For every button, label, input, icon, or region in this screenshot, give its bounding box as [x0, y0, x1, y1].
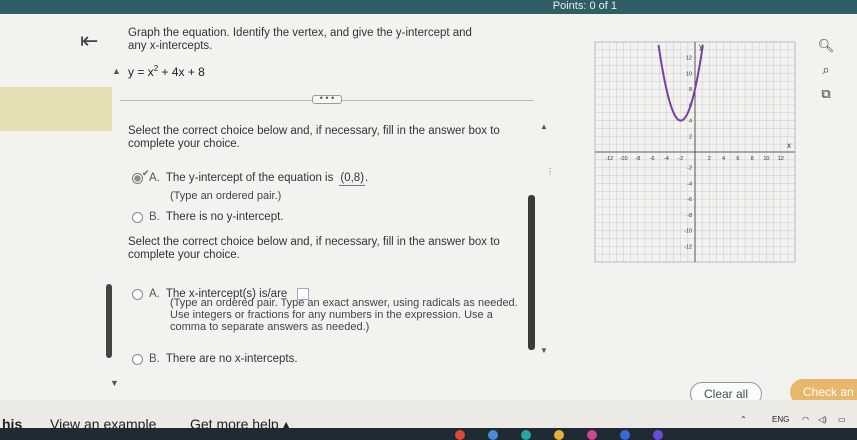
y-tick-label: 10: [686, 71, 692, 77]
taskbar-app-icon[interactable]: [455, 430, 465, 440]
left-scroll-indicator: [106, 284, 112, 358]
coordinate-graph: -12 -10 -8 -6 -4 -2 2 4 6 8 10 1212108642-2-4-6-8-1…: [594, 41, 796, 263]
y-tick-label: -12: [684, 244, 692, 250]
part1-choice-a-hint: (Type an ordered pair.): [170, 190, 282, 202]
x-tick-label: -8: [635, 156, 640, 162]
x-tick-label: -4: [664, 156, 669, 162]
expand-dots-button[interactable]: • • •: [312, 94, 342, 104]
equation-lhs: y = x: [128, 65, 154, 79]
tray-chevron-icon[interactable]: ⌃: [740, 415, 747, 424]
part1-instruction: Select the correct choice below and, if …: [128, 125, 500, 150]
x-axis-label: x: [787, 141, 791, 150]
part2-letter-b: B.: [149, 353, 160, 365]
taskbar-app-icon[interactable]: [587, 430, 597, 440]
part1-choice-b-text: There is no y-intercept.: [165, 211, 284, 223]
part2-radio-a[interactable]: [132, 289, 143, 300]
y-tick-label: 12: [686, 56, 692, 62]
y-tick-label: -2: [687, 166, 692, 172]
part2-choice-b-text: There are no x-intercepts.: [165, 353, 298, 365]
equation: y = x2 + 4x + 8: [128, 64, 205, 79]
zoom-in-icon[interactable]: 🔍︎: [816, 38, 836, 58]
back-arrow-icon[interactable]: ⇤: [80, 28, 98, 54]
x-tick-label: 10: [763, 156, 769, 162]
part2-letter-a: A.: [149, 288, 160, 300]
y-axis-label: y: [699, 42, 703, 51]
y-tick-label: -8: [687, 213, 692, 219]
equation-rest: + 4x + 8: [158, 65, 205, 79]
top-bar: Points: 0 of 1: [0, 0, 857, 14]
x-tick-label: 2: [708, 156, 711, 162]
y-tick-label: 4: [689, 119, 692, 125]
taskbar-app-icon[interactable]: [620, 430, 630, 440]
resize-handle-icon[interactable]: ⋮: [546, 168, 554, 176]
tray-lang[interactable]: ENG: [772, 415, 789, 424]
taskbar-app-icon[interactable]: [554, 430, 564, 440]
part2-radio-b[interactable]: [132, 354, 143, 365]
scroll-down-icon[interactable]: ▼: [540, 346, 548, 355]
x-tick-label: -12: [605, 156, 613, 162]
zoom-out-icon[interactable]: ⌕: [816, 62, 836, 82]
y-tick-label: 2: [689, 134, 692, 140]
part1-letter-a: A.: [149, 172, 160, 184]
y-tick-label: -6: [687, 197, 692, 203]
wifi-icon[interactable]: ◠: [802, 415, 809, 424]
part1-choice-a[interactable]: A. The y-intercept of the equation is (0…: [132, 172, 368, 186]
x-tick-label: -10: [620, 156, 628, 162]
x-tick-label: 4: [722, 156, 725, 162]
part2-choice-b[interactable]: B. There are no x-intercepts.: [132, 353, 298, 366]
battery-icon[interactable]: ▭: [838, 415, 846, 424]
part1-radio-a[interactable]: [132, 173, 143, 184]
scroll-up-icon[interactable]: ▲: [540, 122, 548, 131]
scrollbar-thumb[interactable]: [528, 195, 535, 350]
x-tick-label: 6: [736, 156, 739, 162]
y-tick-label: -4: [687, 181, 692, 187]
part1-radio-b[interactable]: [132, 212, 143, 223]
points-text: Points: 0 of 1: [552, 0, 617, 12]
taskbar-app-icon[interactable]: [521, 430, 531, 440]
part1-period: .: [365, 172, 369, 184]
question-prompt: Graph the equation. Identify the vertex,…: [128, 27, 472, 52]
highlight-band: [0, 87, 112, 131]
part1-choice-a-text: The y-intercept of the equation is: [165, 172, 334, 184]
x-tick-label: 12: [778, 156, 784, 162]
graph-axes: [595, 42, 795, 262]
bottom-caret-icon[interactable]: ▼: [110, 378, 119, 388]
graph-tick-labels: -12 -10 -8 -6 -4 -2 2 4 6 8 10 1212108642-2-4-6-8-1…: [605, 56, 783, 251]
part1-answer-box[interactable]: (0,8): [339, 172, 366, 186]
taskbar-app-icon[interactable]: [488, 430, 498, 440]
y-tick-label: -10: [684, 229, 692, 235]
x-tick-label: -6: [650, 156, 655, 162]
part1-choice-b[interactable]: B. There is no y-intercept.: [132, 211, 283, 224]
part2-instruction: Select the correct choice below and, if …: [128, 236, 500, 261]
collapse-caret-icon[interactable]: ▲: [112, 66, 121, 76]
part1-letter-b: B.: [149, 211, 160, 223]
taskbar-app-icon[interactable]: [653, 430, 663, 440]
volume-icon[interactable]: ◁): [818, 415, 827, 424]
external-link-icon[interactable]: ⧉: [816, 86, 836, 106]
x-tick-label: -2: [678, 156, 683, 162]
y-tick-label: 8: [689, 87, 692, 93]
x-tick-label: 8: [751, 156, 754, 162]
part2-hint-line3: comma to separate answers as needed.): [170, 321, 370, 333]
os-taskbar: [0, 428, 857, 440]
